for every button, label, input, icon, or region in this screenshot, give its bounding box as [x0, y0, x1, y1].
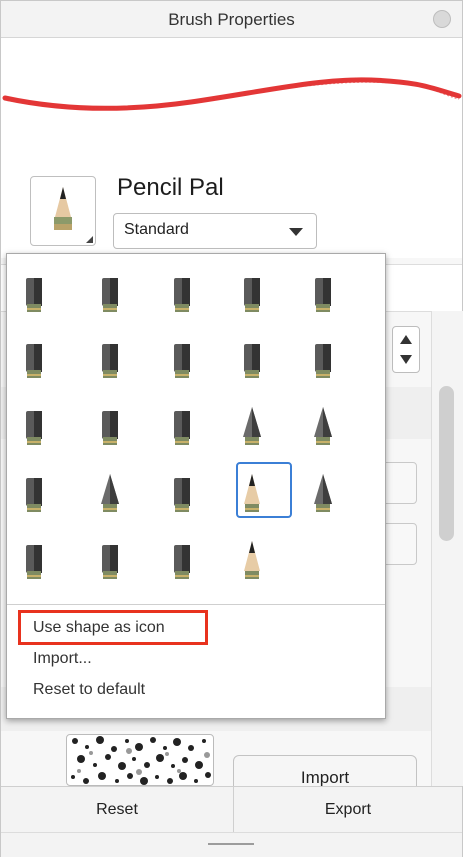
- footer-bar: Reset Export: [1, 786, 462, 833]
- texture-preview: [71, 736, 211, 785]
- chisel-tip-icon[interactable]: [234, 270, 270, 318]
- brush-name: Pencil Pal: [117, 174, 224, 201]
- nib-pen-tip-icon[interactable]: [164, 270, 200, 318]
- rough-round-tip-icon[interactable]: [16, 336, 52, 384]
- brush-type-select[interactable]: Standard: [113, 213, 317, 249]
- ink-pen-tip-icon[interactable]: [92, 470, 128, 518]
- banded-block-tip-icon[interactable]: [16, 537, 52, 585]
- value-stepper[interactable]: [392, 326, 420, 373]
- bristle-brush-tip-icon[interactable]: [16, 470, 52, 518]
- menu-item-reset-to-default[interactable]: Reset to default: [33, 681, 145, 699]
- grip-icon: [208, 843, 254, 845]
- wide-banded-tip-icon[interactable]: [92, 537, 128, 585]
- cone-tip-icon[interactable]: [234, 403, 270, 451]
- round-block-tip-icon[interactable]: [164, 470, 200, 518]
- scrollbar-track[interactable]: [431, 311, 463, 786]
- chevron-down-icon: [289, 228, 303, 236]
- title-bar: Brush Properties: [1, 1, 462, 38]
- paint-brush-tip-icon[interactable]: [234, 537, 270, 585]
- angled-block-tip-icon[interactable]: [92, 403, 128, 451]
- brush-icon-button[interactable]: [30, 176, 96, 246]
- close-icon[interactable]: [433, 10, 451, 28]
- short-round-tip-icon[interactable]: [16, 403, 52, 451]
- menu-item-import[interactable]: Import...: [33, 650, 92, 668]
- window-title: Brush Properties: [168, 10, 295, 29]
- export-button[interactable]: Export: [234, 787, 462, 833]
- menu-divider: [7, 604, 385, 605]
- small-banded-tip-icon[interactable]: [164, 537, 200, 585]
- stepped-cone-tip-icon[interactable]: [305, 470, 341, 518]
- resize-grip[interactable]: [1, 832, 462, 857]
- cartridge-pen-tip-icon[interactable]: [92, 270, 128, 318]
- felt-marker-tip-icon[interactable]: [16, 270, 52, 318]
- pencil-tip-icon: [54, 187, 72, 230]
- chisel-thin-tip-icon[interactable]: [305, 270, 341, 318]
- reset-button[interactable]: Reset: [1, 787, 233, 833]
- arrow-up-icon[interactable]: [400, 335, 412, 344]
- arrow-down-icon[interactable]: [400, 355, 412, 364]
- brush-type-value: Standard: [124, 221, 189, 238]
- texture-swatch[interactable]: [66, 734, 214, 786]
- dropdown-corner-icon: [86, 236, 93, 243]
- rough-flat-tip-icon[interactable]: [92, 336, 128, 384]
- scrollbar-thumb[interactable]: [439, 386, 454, 541]
- highlight-frame: [18, 610, 208, 645]
- marker-cone-tip-icon[interactable]: [305, 403, 341, 451]
- brush-shape-popup: Use shape as icon Import... Reset to def…: [6, 253, 386, 719]
- rough-tall-tip-icon[interactable]: [164, 336, 200, 384]
- small-rough-tip-icon[interactable]: [305, 336, 341, 384]
- slanted-tip-icon[interactable]: [234, 336, 270, 384]
- stroke-preview: [1, 38, 462, 168]
- selected-tip-frame: [236, 462, 292, 518]
- rough-wide-tip-icon[interactable]: [164, 403, 200, 451]
- stroke-preview-canvas: [2, 77, 462, 111]
